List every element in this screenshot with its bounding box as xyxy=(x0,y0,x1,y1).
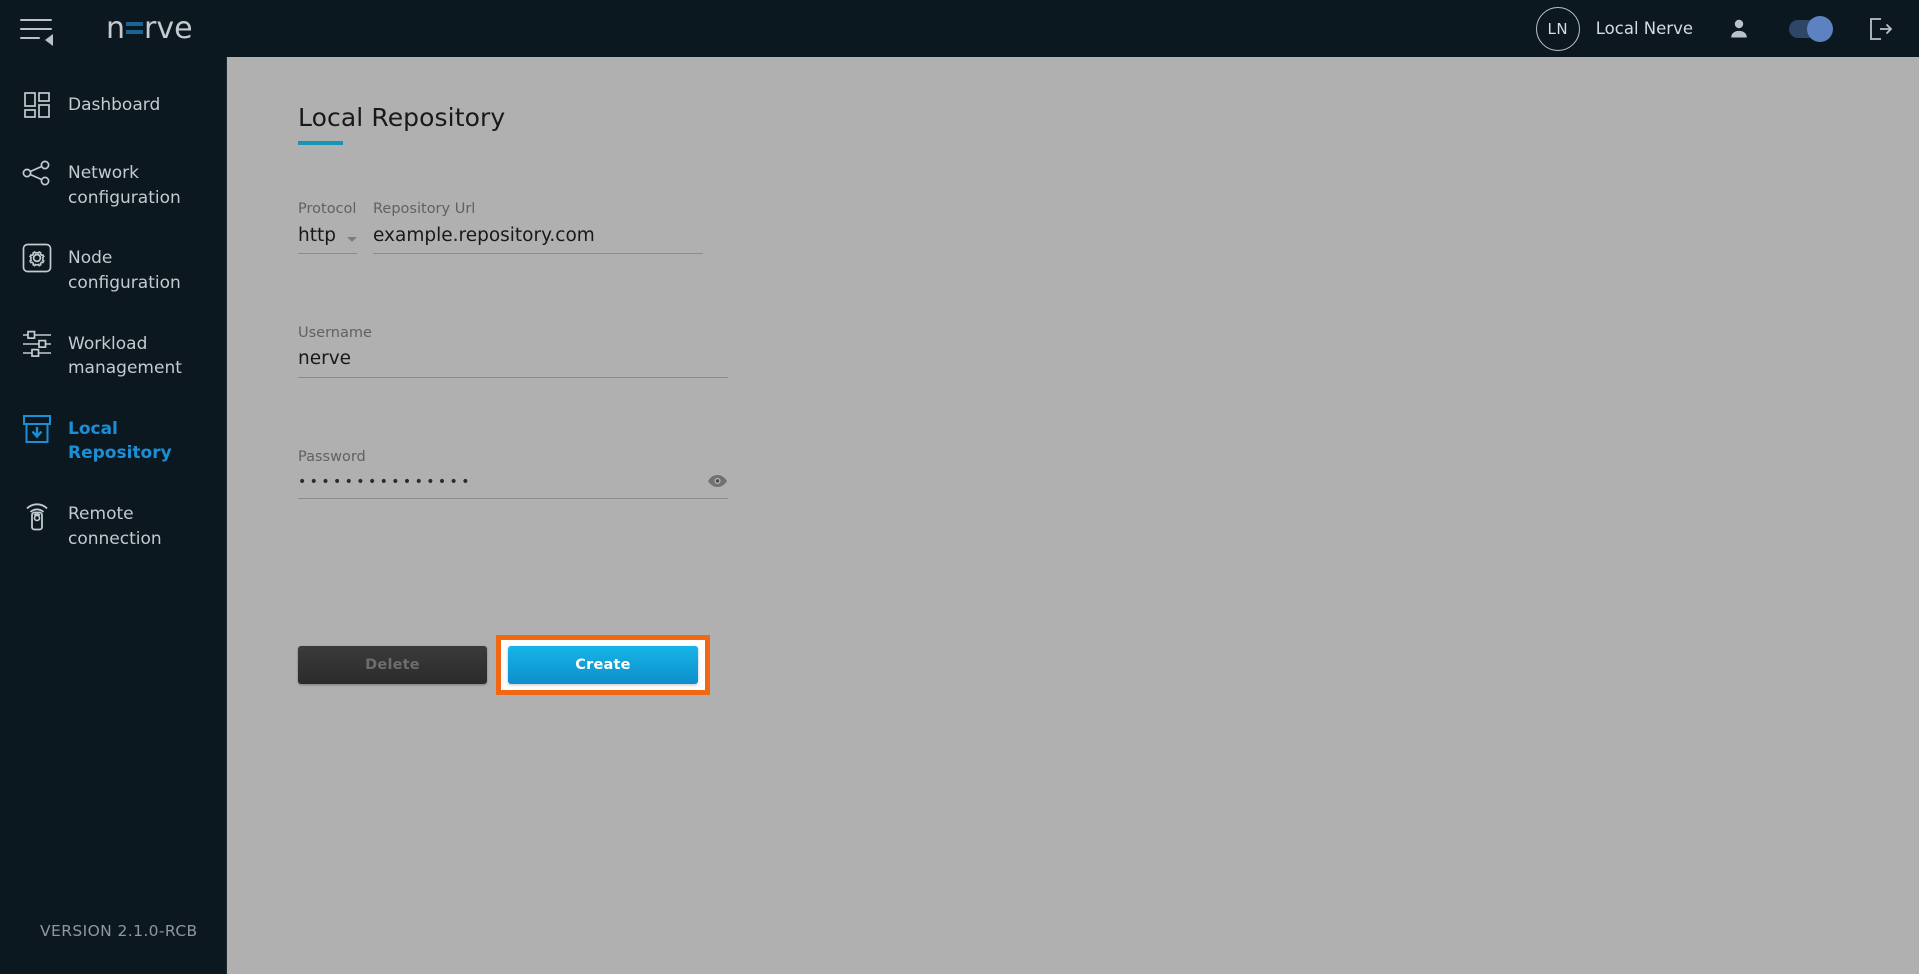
sidebar-item-dashboard[interactable]: Dashboard xyxy=(0,71,226,139)
sidebar: Dashboard Network configuration Node con… xyxy=(0,57,227,974)
collapse-arrow-icon xyxy=(45,33,53,46)
nerve-logo[interactable]: n rve xyxy=(106,11,193,46)
hamburger-collapse-icon[interactable] xyxy=(20,9,72,49)
avatar[interactable]: LN xyxy=(1535,6,1580,51)
topbar-right-cluster: LN Local Nerve xyxy=(1535,6,1919,51)
password-underline xyxy=(298,498,728,500)
username-underline xyxy=(298,376,728,378)
protocol-label: Protocol xyxy=(298,201,357,217)
password-field[interactable]: Password ••••••••••••••• xyxy=(298,450,728,500)
protocol-value: http xyxy=(298,225,336,246)
username-label: Username xyxy=(298,324,372,341)
sidebar-item-node-configuration[interactable]: Node configuration xyxy=(0,224,226,309)
protocol-select-row: http xyxy=(298,226,357,253)
chevron-down-icon xyxy=(347,236,357,242)
sidebar-item-label: Workload management xyxy=(68,333,182,379)
protocol-url-row: Protocol http Repository Url example.rep… xyxy=(298,202,728,254)
password-input[interactable]: ••••••••••••••• xyxy=(298,475,473,498)
create-button-highlight: Create xyxy=(496,635,710,695)
avatar-initials: LN xyxy=(1547,19,1569,38)
sidebar-item-label: Network configuration xyxy=(68,163,181,208)
repository-url-input[interactable]: example.repository.com xyxy=(373,226,703,253)
sidebar-item-workload-management[interactable]: Workload management xyxy=(0,310,226,395)
user-name-label: Local Nerve xyxy=(1595,19,1693,38)
sidebar-item-network-configuration[interactable]: Network configuration xyxy=(0,139,226,224)
username-input[interactable]: nerve xyxy=(298,349,728,376)
logo-equals-mark xyxy=(126,22,144,35)
delete-button[interactable]: Delete xyxy=(298,646,487,684)
sidebar-item-label: Local Repository xyxy=(68,418,172,464)
repository-url-field[interactable]: Repository Url example.repository.com xyxy=(373,202,703,254)
archive-download-icon xyxy=(14,409,60,449)
protocol-select[interactable]: Protocol http xyxy=(298,202,357,254)
protocol-underline xyxy=(298,252,357,254)
repository-url-label: Repository Url xyxy=(373,201,476,217)
top-bar: n rve LN Local Nerve xyxy=(0,0,1919,57)
page-title-underline xyxy=(298,141,343,145)
sliders-icon xyxy=(14,324,60,364)
toggle-knob xyxy=(1807,15,1833,42)
person-icon[interactable] xyxy=(1729,18,1749,39)
dashboard-grid-icon xyxy=(14,85,60,125)
logo-text-left: n xyxy=(106,11,126,46)
hamburger-line-3 xyxy=(20,36,40,39)
sidebar-nav: Dashboard Network configuration Node con… xyxy=(0,57,226,565)
form-actions: Delete Create xyxy=(298,635,710,695)
page-title: Local Repository xyxy=(298,103,506,132)
network-share-icon xyxy=(14,153,60,193)
logout-icon[interactable] xyxy=(1867,16,1893,42)
username-field[interactable]: Username nerve xyxy=(298,326,728,378)
eye-icon[interactable] xyxy=(707,473,728,492)
remote-control-icon xyxy=(14,494,60,534)
theme-toggle[interactable] xyxy=(1789,15,1833,42)
sidebar-item-label: Dashboard xyxy=(68,95,161,115)
sidebar-item-local-repository[interactable]: Local Repository xyxy=(0,395,226,480)
logo-text-right: rve xyxy=(144,11,193,46)
sidebar-item-label: Remote connection xyxy=(68,504,162,549)
create-button[interactable]: Create xyxy=(508,646,698,684)
password-input-row: ••••••••••••••• xyxy=(298,473,728,498)
gear-square-icon xyxy=(14,238,60,278)
sidebar-item-remote-connection[interactable]: Remote connection xyxy=(0,480,226,565)
hamburger-line-1 xyxy=(20,18,52,21)
password-label: Password xyxy=(298,448,366,465)
repository-url-underline xyxy=(373,252,703,254)
main-content: Local Repository Protocol http Repositor… xyxy=(227,57,1919,974)
hamburger-line-2 xyxy=(20,27,52,30)
repository-form: Protocol http Repository Url example.rep… xyxy=(298,202,728,500)
version-label: VERSION 2.1.0-RCB xyxy=(40,922,198,940)
sidebar-item-label: Node configuration xyxy=(68,248,181,293)
